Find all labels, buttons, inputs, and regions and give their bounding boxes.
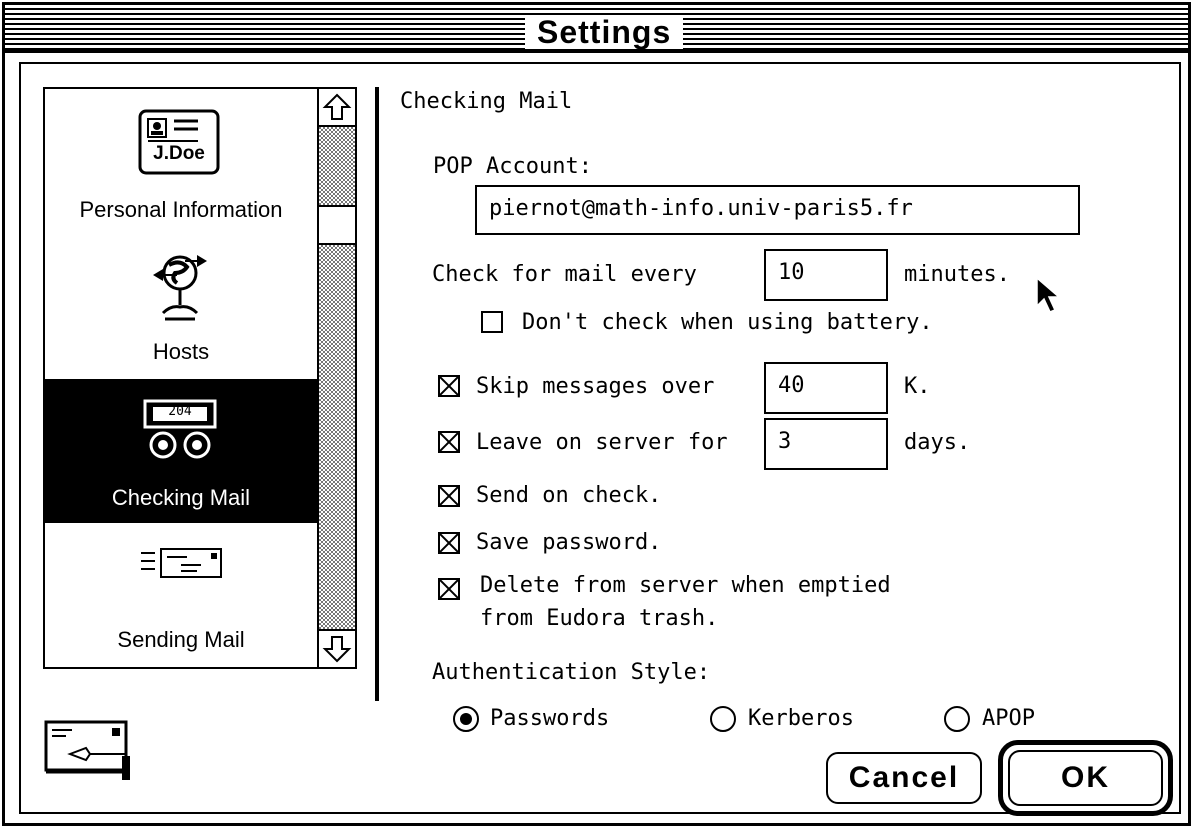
scroll-thumb[interactable] (319, 205, 355, 245)
sidebar-item-checking-mail[interactable]: 204 Checking Mail (45, 379, 317, 523)
pop-account-field[interactable]: piernot@math-info.univ-paris5.fr (475, 185, 1080, 235)
window-title: Settings (525, 15, 684, 49)
dont-check-battery-label: Don't check when using battery. (522, 310, 933, 335)
sidebar-item-hosts[interactable]: Hosts (45, 233, 317, 377)
sidebar-item-label: Sending Mail (117, 627, 245, 652)
leave-on-server-label: Leave on server for (476, 430, 728, 455)
auth-kerberos-radio[interactable] (710, 706, 736, 732)
auth-passwords-label: Passwords (490, 706, 610, 731)
scroll-up-arrow-icon[interactable] (319, 89, 355, 127)
mouse-pointer-icon (1036, 276, 1062, 313)
skip-size-unit: K. (904, 374, 931, 399)
ok-button[interactable]: OK (1008, 750, 1163, 806)
leave-days-unit: days. (904, 430, 971, 455)
sidebar-item-personal-information[interactable]: J.Doe Personal Information (45, 89, 317, 233)
auth-apop-radio[interactable] (944, 706, 970, 732)
save-password-checkbox[interactable] (438, 532, 460, 554)
auth-apop-label: APOP (982, 706, 1035, 731)
personal-info-card-icon (138, 109, 220, 175)
title-bar[interactable]: Settings (5, 5, 1188, 53)
dont-check-battery-checkbox[interactable] (481, 311, 503, 333)
leave-days-field[interactable]: 3 (764, 418, 888, 470)
skip-size-field[interactable]: 40 (764, 362, 888, 414)
save-password-label: Save password. (476, 530, 662, 555)
panel-divider (375, 87, 379, 701)
skip-messages-checkbox[interactable] (438, 375, 460, 397)
sidebar-item-sending-mail[interactable]: Sending Mail (45, 523, 317, 667)
auth-passwords-radio[interactable] (453, 706, 479, 732)
personal-info-icon-text: J.Doe (153, 143, 205, 164)
settings-category-list[interactable]: J.Doe Personal Information Hosts 204 Che… (43, 87, 357, 669)
sidebar-scrollbar[interactable] (317, 89, 355, 667)
send-on-check-checkbox[interactable] (438, 485, 460, 507)
panel-heading: Checking Mail (400, 89, 573, 114)
authentication-style-label: Authentication Style: (432, 660, 711, 685)
pop-account-label: POP Account: (433, 154, 592, 179)
delete-from-server-checkbox[interactable] (438, 578, 460, 600)
delete-from-server-label-line2: from Eudora trash. (480, 606, 719, 631)
skip-messages-label: Skip messages over (476, 374, 715, 399)
scroll-down-arrow-icon[interactable] (319, 629, 355, 667)
leave-on-server-checkbox[interactable] (438, 431, 460, 453)
check-interval-field[interactable]: 10 (764, 249, 888, 301)
mail-counter-text: 204 (168, 404, 192, 419)
eudora-mail-signature-icon (44, 720, 130, 780)
send-on-check-label: Send on check. (476, 483, 662, 508)
sidebar-item-label: Checking Mail (111, 485, 251, 510)
check-mail-every-label: Check for mail every (432, 262, 697, 287)
category-list-pane: J.Doe Personal Information Hosts 204 Che… (45, 89, 317, 667)
sidebar-item-label: Hosts (152, 339, 210, 364)
sending-mail-envelope-icon (141, 548, 222, 578)
auth-kerberos-label: Kerberos (748, 706, 854, 731)
hosts-globe-icon (153, 255, 207, 321)
cancel-button[interactable]: Cancel (826, 752, 982, 804)
delete-from-server-label-line1: Delete from server when emptied (480, 573, 891, 598)
sidebar-item-label: Personal Information (79, 197, 283, 222)
check-interval-unit: minutes. (904, 262, 1010, 287)
